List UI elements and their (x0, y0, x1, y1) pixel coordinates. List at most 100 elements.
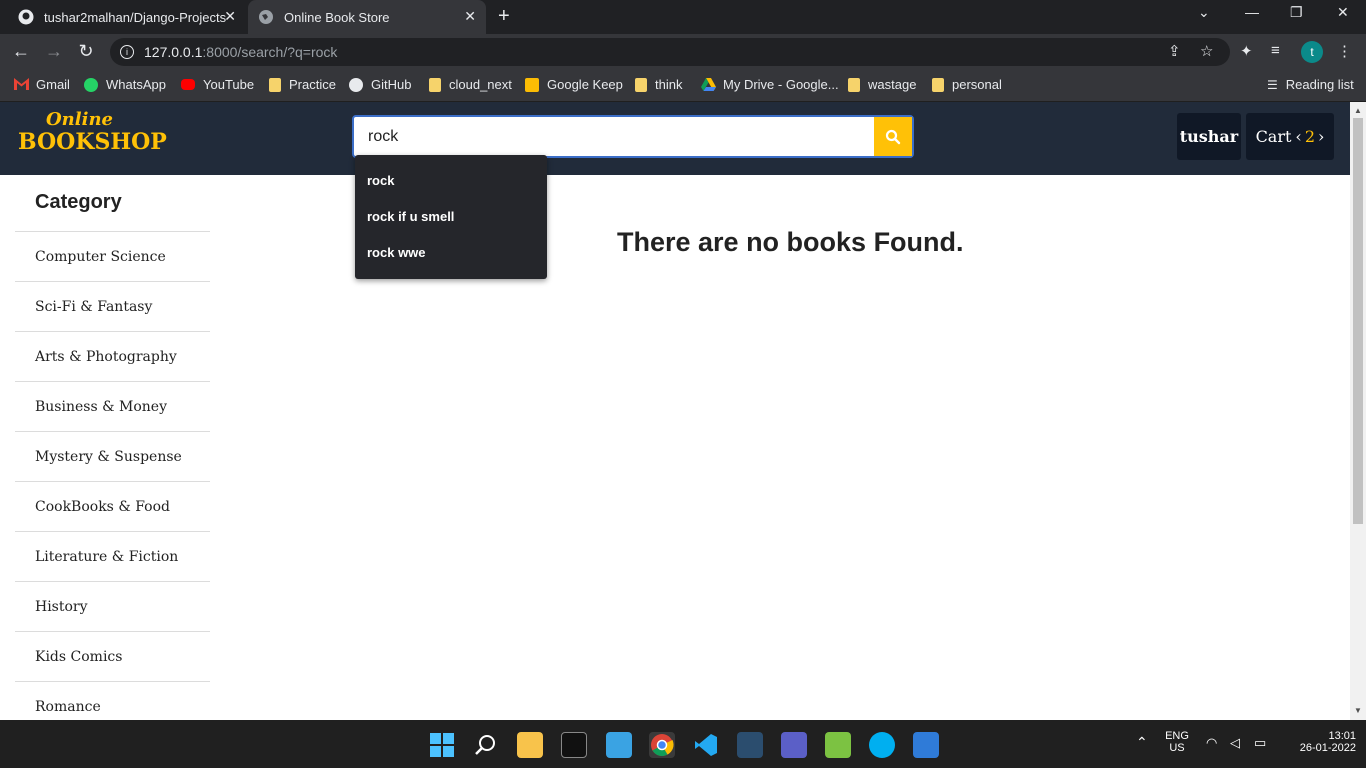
close-tab-icon[interactable]: ✕ (464, 8, 476, 25)
site-logo[interactable]: Online BOOKSHOP (18, 109, 167, 154)
bookmark-label: Practice (289, 77, 336, 92)
clock-time: 13:01 (1328, 730, 1356, 742)
page-scrollbar[interactable]: ▲ ▼ (1350, 102, 1366, 720)
bookmark-github[interactable]: GitHub (349, 77, 411, 92)
globe-icon (258, 9, 274, 25)
scroll-down-icon[interactable]: ▼ (1354, 706, 1362, 715)
chevron-up-icon[interactable]: ⌃ (1136, 734, 1148, 751)
browser-tab-github[interactable]: tushar2malhan/Django-Projects ✕ (8, 0, 246, 34)
user-button[interactable]: tushar (1177, 113, 1241, 160)
search-input[interactable] (356, 119, 872, 154)
whatsapp-icon (84, 77, 98, 92)
close-window-icon[interactable]: ✕ (1337, 4, 1349, 21)
github-icon (349, 77, 363, 92)
restore-icon[interactable]: ❐ (1290, 4, 1303, 21)
category-title: Category (15, 175, 210, 232)
bookmark-whatsapp[interactable]: WhatsApp (84, 77, 166, 92)
file-explorer-icon[interactable] (517, 732, 543, 758)
search-button[interactable] (874, 117, 912, 156)
bookmark-label: wastage (868, 77, 917, 92)
new-tab-icon[interactable]: + (498, 5, 510, 28)
language-indicator[interactable]: ENG US (1162, 730, 1192, 754)
skype-icon[interactable] (869, 732, 895, 758)
folder-icon (269, 77, 281, 92)
battery-icon[interactable]: ▭ (1254, 735, 1266, 751)
category-item-computer-science[interactable]: Computer Science (15, 232, 210, 282)
reading-list[interactable]: ☰ Reading list (1267, 77, 1354, 92)
vscode-icon[interactable] (693, 732, 719, 758)
folder-icon (932, 77, 944, 92)
google-keep-icon (525, 77, 539, 92)
site-header: Online BOOKSHOP tushar Cart ‹ 2 › (0, 102, 1350, 175)
bookmark-think[interactable]: think (635, 77, 682, 92)
chrome-icon[interactable] (649, 732, 675, 758)
site-info-icon[interactable]: i (120, 45, 134, 59)
photos-icon[interactable] (913, 732, 939, 758)
browser-tab-bookstore[interactable]: Online Book Store ✕ (248, 0, 486, 34)
bookmark-gmail[interactable]: Gmail (14, 77, 70, 92)
gmail-icon (14, 77, 29, 92)
menu-icon[interactable]: ⋮ (1337, 42, 1352, 60)
mysql-workbench-icon[interactable] (737, 732, 763, 758)
logo-top: Online (46, 109, 113, 130)
suggestion-item[interactable]: rock if u smell (355, 199, 547, 235)
close-tab-icon[interactable]: ✕ (224, 8, 236, 25)
category-item-arts-photography[interactable]: Arts & Photography (15, 332, 210, 382)
wifi-icon[interactable]: ◠ (1206, 735, 1217, 751)
clock-date: 26-01-2022 (1299, 742, 1356, 754)
share-icon[interactable]: ⇪ (1168, 42, 1181, 60)
volume-icon[interactable]: ◁ (1230, 735, 1240, 751)
bookmark-practice[interactable]: Practice (269, 77, 336, 92)
bluestacks-icon[interactable] (825, 732, 851, 758)
category-item-mystery-suspense[interactable]: Mystery & Suspense (15, 432, 210, 482)
profile-avatar[interactable]: t (1301, 41, 1323, 63)
scroll-thumb[interactable] (1353, 118, 1363, 524)
folder-icon (848, 77, 860, 92)
url-host: 127.0.0.1 (144, 44, 203, 60)
teams-icon[interactable] (781, 732, 807, 758)
category-item-cookbooks-food[interactable]: CookBooks & Food (15, 482, 210, 532)
category-item-business-money[interactable]: Business & Money (15, 382, 210, 432)
notepad-icon[interactable] (606, 732, 632, 758)
start-icon[interactable] (429, 732, 455, 758)
suggestion-item[interactable]: rock wwe (355, 235, 547, 271)
forward-icon[interactable]: → (43, 41, 65, 62)
keyboard-region: US (1169, 742, 1185, 754)
address-bar[interactable]: i 127.0.0.1:8000/search/?q=rock (110, 38, 1230, 66)
bookmark-cloud-next[interactable]: cloud_next (429, 77, 512, 92)
bookmark-label: WhatsApp (106, 77, 166, 92)
bookmark-personal[interactable]: personal (932, 77, 1002, 92)
minimize-icon[interactable]: — (1245, 4, 1259, 20)
tab-title: tushar2malhan/Django-Projects (44, 9, 227, 25)
terminal-icon[interactable] (561, 732, 587, 758)
reading-list-icon: ☰ (1267, 77, 1278, 92)
bookmark-star-icon[interactable]: ☆ (1200, 42, 1213, 60)
bookmark-label: YouTube (203, 77, 255, 92)
url-path: :8000/search/?q=rock (202, 44, 338, 60)
scroll-up-icon[interactable]: ▲ (1354, 106, 1362, 115)
tab-search-icon[interactable]: ⌄ (1198, 4, 1210, 21)
category-item-history[interactable]: History (15, 582, 210, 632)
suggestion-item[interactable]: rock (355, 163, 547, 199)
search-icon[interactable] (473, 732, 499, 758)
extensions-icon[interactable]: ✦ (1240, 42, 1253, 60)
media-icon[interactable]: ≡ (1271, 42, 1280, 59)
bookmark-google-keep[interactable]: Google Keep (525, 77, 623, 92)
cart-button[interactable]: Cart ‹ 2 › (1246, 113, 1334, 160)
bookmark-label: think (655, 77, 683, 92)
bookmark-wastage[interactable]: wastage (848, 77, 916, 92)
bookmarks-bar: Gmail WhatsApp YouTube Practice GitHub c… (0, 70, 1366, 102)
bookmark-label: Google Keep (547, 77, 623, 92)
category-item-literature-fiction[interactable]: Literature & Fiction (15, 532, 210, 582)
bookmark-label: GitHub (371, 77, 412, 92)
category-item-kids-comics[interactable]: Kids Comics (15, 632, 210, 682)
search-suggestions: rock rock if u smell rock wwe (355, 155, 547, 279)
folder-icon (429, 77, 441, 92)
clock[interactable]: 13:01 26-01-2022 (1284, 730, 1356, 754)
bookmark-youtube[interactable]: YouTube (181, 77, 254, 92)
reading-list-label: Reading list (1285, 77, 1354, 92)
bookmark-my-drive[interactable]: My Drive - Google... (701, 77, 839, 92)
reload-icon[interactable]: ↻ (75, 41, 97, 62)
back-icon[interactable]: ← (10, 41, 32, 62)
category-item-sci-fi-fantasy[interactable]: Sci-Fi & Fantasy (15, 282, 210, 332)
